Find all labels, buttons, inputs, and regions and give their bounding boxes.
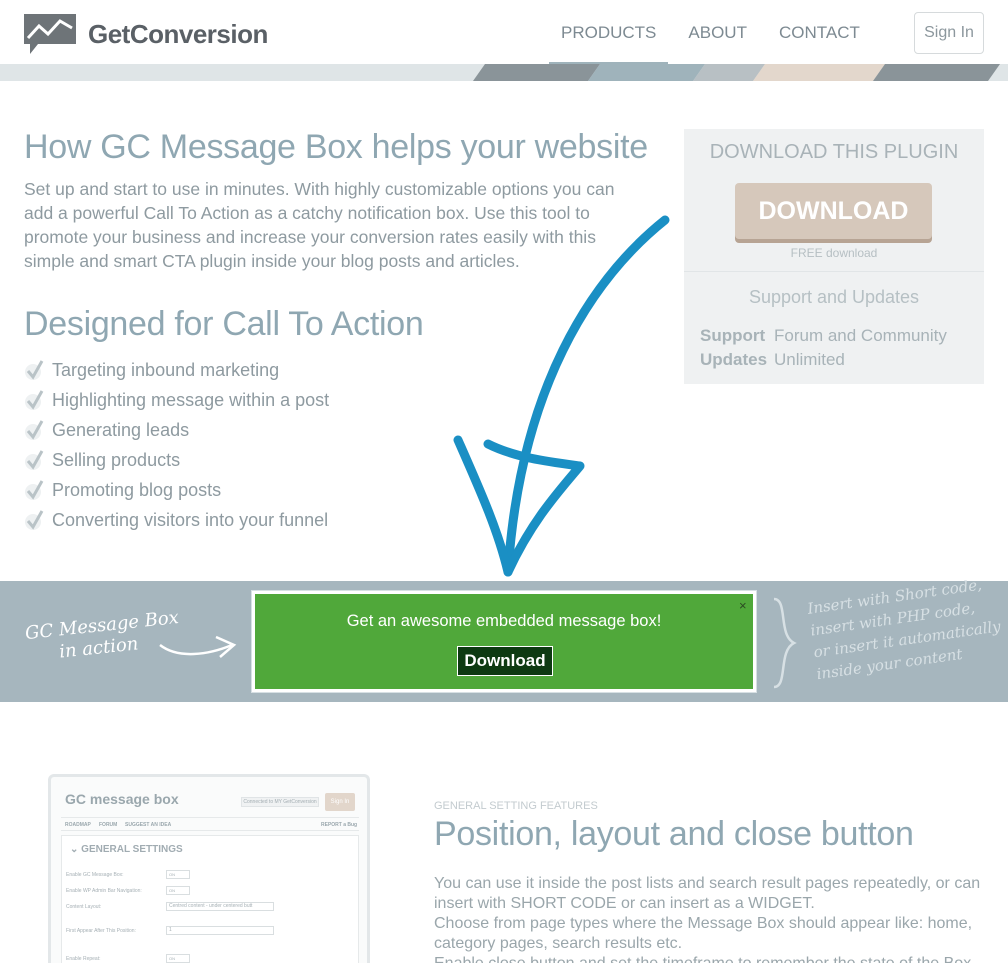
site-header: GetConversion PRODUCTS ABOUT CONTACT Sig… <box>0 0 1008 66</box>
logo[interactable]: GetConversion <box>24 14 268 54</box>
feature-label: Highlighting message within a post <box>52 389 330 410</box>
main-nav: PRODUCTS ABOUT CONTACT <box>549 0 872 66</box>
download-sidebar: DOWNLOAD THIS PLUGIN DOWNLOAD FREE downl… <box>684 129 984 384</box>
free-note: FREE download <box>790 246 878 260</box>
feature-label: Generating leads <box>52 419 190 440</box>
divider <box>684 271 984 272</box>
message-box: × Get an awesome embedded message box! D… <box>252 591 756 692</box>
screenshot-row-label: Enable Repeat: <box>66 956 101 962</box>
feature-label: Targeting inbound marketing <box>52 359 280 380</box>
nav-contact[interactable]: CONTACT <box>767 0 872 66</box>
features-title: Designed for Call To Action <box>24 305 424 343</box>
list-item: Selling products <box>24 445 329 475</box>
feature-label: Selling products <box>52 449 181 470</box>
feature-label: Converting visitors into your funnel <box>52 509 329 530</box>
support-title: Support and Updates <box>748 287 920 307</box>
list-item: Promoting blog posts <box>24 475 329 505</box>
section-paragraph: You can use it inside the post lists and… <box>434 875 981 912</box>
support-row: Support Forum and Community <box>700 326 947 346</box>
message-download-button[interactable]: Download <box>457 646 553 676</box>
section-paragraph: Choose from page types where the Message… <box>434 915 973 952</box>
chart-logo-icon <box>24 14 76 54</box>
updates-row: Updates Unlimited <box>700 350 845 370</box>
checkmark-icon <box>25 420 44 440</box>
list-item: Highlighting message within a post <box>24 385 329 415</box>
nav-products[interactable]: PRODUCTS <box>549 0 669 66</box>
screenshot-panel: ⌄ GENERAL SETTINGS Enable GC Message Box… <box>61 835 359 963</box>
section-paragraph: Enable close button and set the timefram… <box>434 954 994 963</box>
screenshot-nav-item: SUGGEST AN IDEA <box>125 822 172 828</box>
screenshot-title: GC message box <box>65 791 179 807</box>
settings-screenshot: GC message box Connected to MY GetConver… <box>48 774 370 963</box>
sign-in-button[interactable]: Sign In <box>914 12 984 54</box>
brace-icon <box>773 597 797 689</box>
screenshot-panel-label: GENERAL SETTINGS <box>81 844 183 855</box>
nav-about[interactable]: ABOUT <box>676 0 759 66</box>
checkmark-icon <box>25 390 44 410</box>
screenshot-nav-item: ROADMAP <box>65 822 91 828</box>
screenshot-row-label: First Appear After This Position: <box>66 928 136 934</box>
section-body: You can use it inside the post lists and… <box>434 874 994 963</box>
screenshot-row-label: Content Layout: <box>66 904 102 910</box>
screenshot-nav-item: FORUM <box>99 822 118 828</box>
screenshot-row-label: Enable GC Message Box: <box>66 872 124 878</box>
connected-badge: Connected to MY GetConversion <box>241 797 319 807</box>
screenshot-row-value: Centred content - under centered butt <box>166 902 274 911</box>
screenshot-nav: ROADMAP FORUM SUGGEST AN IDEA REPORT a B… <box>61 817 359 831</box>
curved-arrow-icon <box>159 635 237 658</box>
checkmark-icon <box>25 510 44 530</box>
list-item: Generating leads <box>24 415 329 445</box>
section-tag: GENERAL SETTING FEATURES <box>434 800 598 812</box>
screenshot-row-value: 1 <box>166 926 274 935</box>
screenshot-nav-item: REPORT a Bug <box>321 822 358 828</box>
screenshot-row-value: ON <box>166 870 190 879</box>
download-button[interactable]: DOWNLOAD <box>735 183 932 239</box>
checkmark-icon <box>25 360 44 380</box>
feature-label: Promoting blog posts <box>52 479 222 500</box>
support-value: Forum and Community <box>774 326 947 345</box>
message-text: Get an awesome embedded message box! <box>346 612 662 630</box>
screenshot-row-value: ON <box>166 886 190 895</box>
page-title: How GC Message Box helps your website <box>24 128 648 166</box>
feature-list: Targeting inbound marketing Highlighting… <box>24 355 329 535</box>
screenshot-row-value: ON <box>166 954 190 963</box>
brand-name: GetConversion <box>88 18 268 49</box>
close-icon[interactable]: × <box>739 598 747 613</box>
sidebar-title: DOWNLOAD THIS PLUGIN <box>709 141 959 163</box>
updates-key: Updates <box>700 350 768 369</box>
checkmark-icon <box>25 480 44 500</box>
checkmark-icon <box>25 450 44 470</box>
hand-drawn-arrow-icon <box>453 215 670 577</box>
screenshot-sign-in: Sign In <box>325 793 355 811</box>
screenshot-panel-title: ⌄ GENERAL SETTINGS <box>70 844 183 855</box>
screenshot-row-label: Enable WP Admin Bar Navigation: <box>66 888 142 894</box>
list-item: Targeting inbound marketing <box>24 355 329 385</box>
section-title: Position, layout and close button <box>434 815 914 853</box>
updates-value: Unlimited <box>774 350 845 369</box>
support-key: Support <box>700 326 766 345</box>
header-stripe <box>0 64 1008 81</box>
list-item: Converting visitors into your funnel <box>24 505 329 535</box>
